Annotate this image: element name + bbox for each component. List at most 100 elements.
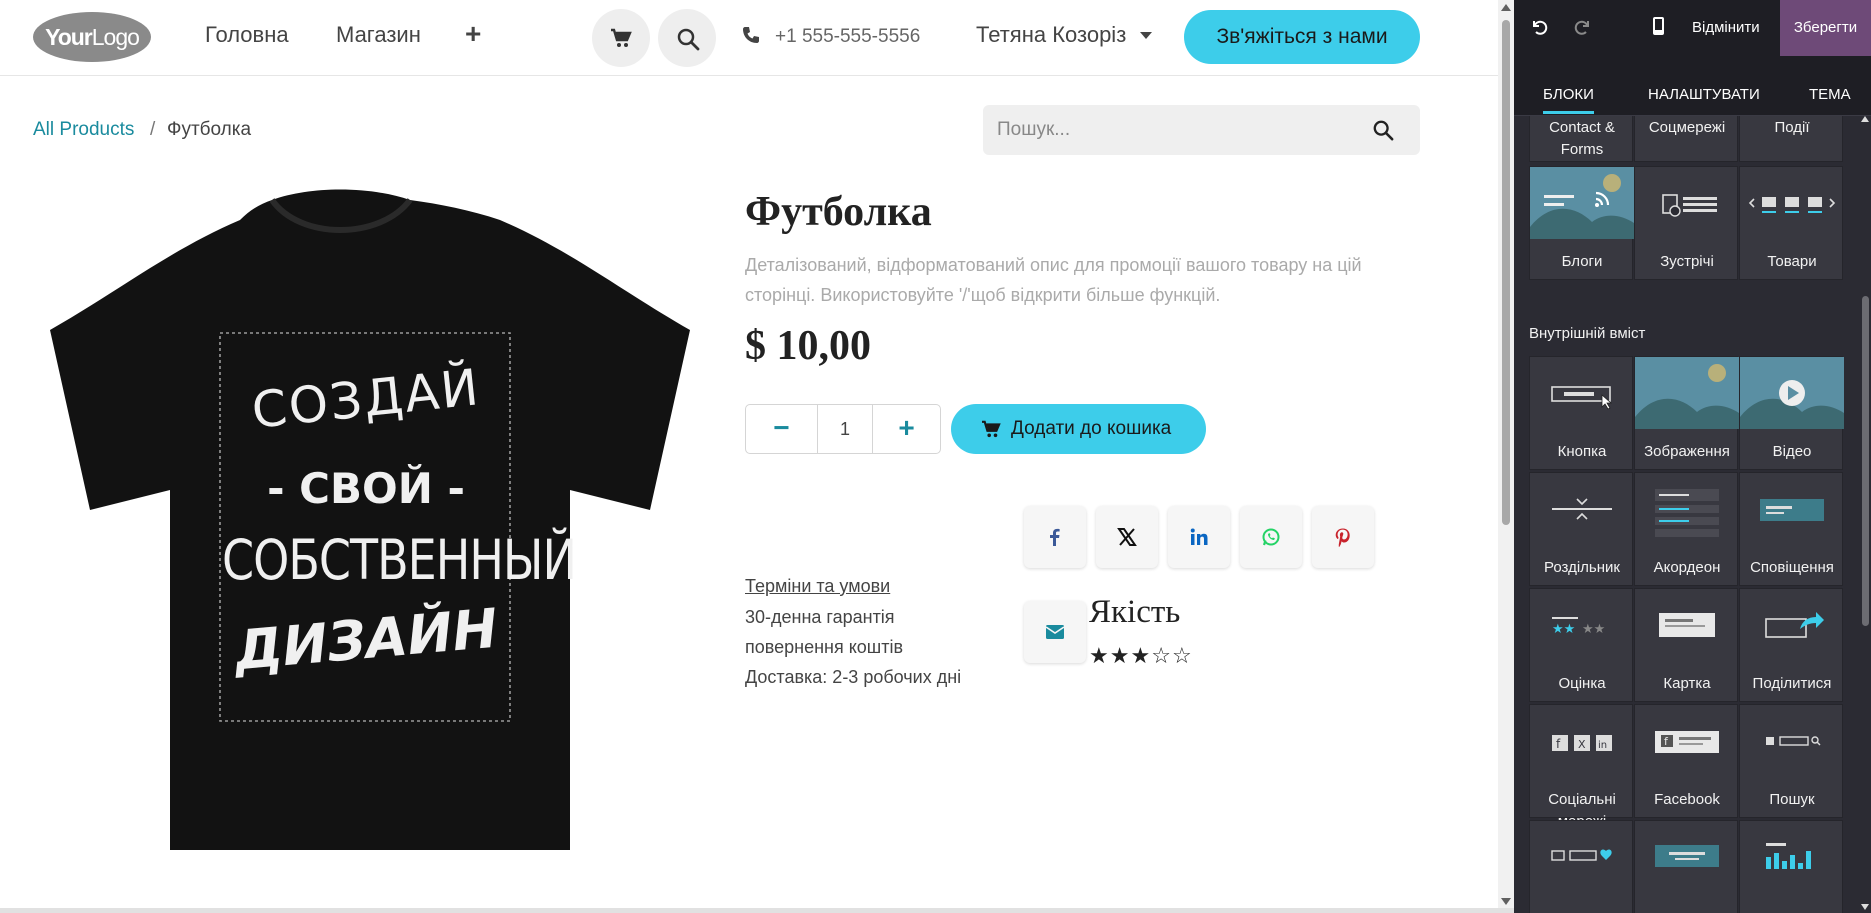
svg-text:★★: ★★ xyxy=(1582,622,1605,637)
scroll-up-arrow-icon[interactable] xyxy=(1501,4,1511,11)
block-social[interactable]: Соцмережі xyxy=(1634,116,1738,162)
block-events[interactable]: Події xyxy=(1739,116,1843,162)
chevron-down-icon[interactable] xyxy=(1140,32,1152,39)
share-whatsapp-button[interactable] xyxy=(1240,506,1302,568)
nav-home[interactable]: Головна xyxy=(205,22,289,48)
accordion-block-icon xyxy=(1655,489,1719,537)
tab-theme[interactable]: ТЕМА xyxy=(1809,86,1851,103)
block-rating[interactable]: ★★ ★★ Оцінка xyxy=(1529,588,1633,702)
undo-icon[interactable] xyxy=(1530,18,1548,36)
search-input[interactable] xyxy=(997,115,1357,145)
terms-link[interactable]: Терміни та умови xyxy=(745,576,890,597)
block-label: Поділитися xyxy=(1752,675,1832,692)
share-facebook-button[interactable] xyxy=(1024,506,1086,568)
product-title[interactable]: Футболка xyxy=(745,188,932,236)
scrollbar-thumb[interactable] xyxy=(1862,296,1869,626)
block-label: Оцінка xyxy=(1558,675,1606,692)
search-icon[interactable] xyxy=(1372,119,1394,141)
block-blogs[interactable]: Блоги xyxy=(1529,166,1634,280)
whatsapp-icon xyxy=(1262,528,1280,546)
block-social-media[interactable]: fXin Соціальні мережі xyxy=(1529,704,1633,830)
logo-main-text: Your xyxy=(45,24,93,50)
site-header: YourLogo Головна Магазин + +1 555-555-55… xyxy=(0,0,1498,76)
svg-text:X: X xyxy=(1578,738,1586,751)
block-image[interactable]: Зображення xyxy=(1634,356,1739,470)
block-banner[interactable] xyxy=(1634,820,1738,913)
block-search[interactable]: Пошук xyxy=(1739,704,1843,818)
redo-icon[interactable] xyxy=(1574,18,1592,36)
search-block-icon xyxy=(1766,736,1821,746)
image-block-icon xyxy=(1635,357,1739,429)
rating-block-icon: ★★ ★★ xyxy=(1552,617,1605,637)
tab-customize[interactable]: НАЛАШТУВАТИ xyxy=(1648,86,1760,103)
svg-text:★★: ★★ xyxy=(1552,622,1575,637)
email-icon xyxy=(1045,625,1065,639)
block-alert[interactable]: Сповіщення xyxy=(1739,472,1843,586)
breadcrumb-all-products[interactable]: All Products xyxy=(33,119,134,141)
delivery-info: Доставка: 2-3 робочих дні xyxy=(745,667,962,687)
quantity-input[interactable]: 1 xyxy=(818,405,872,453)
block-button[interactable]: Кнопка xyxy=(1529,356,1633,470)
share-linkedin-button[interactable] xyxy=(1168,506,1230,568)
block-label: Роздільник xyxy=(1544,559,1620,576)
block-label: Пошук xyxy=(1769,791,1815,808)
phone-icon xyxy=(743,27,759,43)
star-filled-icon: ★ xyxy=(1130,643,1152,668)
add-to-cart-button[interactable]: Додати до кошика xyxy=(951,404,1206,454)
nav-shop[interactable]: Магазин xyxy=(336,22,421,48)
social-media-block-icon: f Xin xyxy=(1552,735,1612,751)
discard-button[interactable]: Відмінити xyxy=(1692,19,1760,36)
appointments-icon xyxy=(1662,194,1717,217)
block-label: Картка xyxy=(1663,675,1711,692)
block-chart[interactable] xyxy=(1739,820,1843,913)
cart-icon xyxy=(982,420,1001,438)
quantity-increase-button[interactable]: + xyxy=(872,405,940,453)
block-label: Події xyxy=(1774,119,1810,136)
block-products[interactable]: Товари xyxy=(1739,166,1843,280)
horizontal-scrollbar[interactable] xyxy=(0,908,1514,913)
scroll-up-arrow-icon[interactable] xyxy=(1861,116,1869,122)
share-pinterest-button[interactable] xyxy=(1312,506,1374,568)
product-description[interactable]: Деталізований, відформатований опис для … xyxy=(745,250,1425,310)
star-empty-icon: ☆ xyxy=(1171,643,1193,668)
scrollbar-thumb[interactable] xyxy=(1502,20,1510,525)
page-scrollbar[interactable] xyxy=(1498,0,1514,913)
phone-number[interactable]: +1 555-555-5556 xyxy=(775,26,920,48)
block-newsletter[interactable] xyxy=(1529,820,1633,913)
product-image[interactable] xyxy=(50,180,700,860)
block-appointments[interactable]: Зустрічі xyxy=(1634,166,1738,280)
user-menu[interactable]: Тетяна Козоріз xyxy=(976,22,1126,48)
save-button[interactable]: Зберегти xyxy=(1780,0,1871,56)
block-share[interactable]: Поділитися xyxy=(1739,588,1843,702)
shirt-print-line2: - СВОЙ - xyxy=(267,464,465,513)
search-toggle-button[interactable] xyxy=(658,9,716,67)
contact-us-button[interactable]: Зв'яжіться з нами xyxy=(1184,10,1420,64)
share-block-icon xyxy=(1765,612,1824,638)
blog-image-icon xyxy=(1530,167,1634,239)
scroll-down-arrow-icon[interactable] xyxy=(1861,904,1869,910)
block-separator[interactable]: Роздільник xyxy=(1529,472,1633,586)
svg-text:in: in xyxy=(1598,740,1607,751)
block-label: Сповіщення xyxy=(1750,559,1834,576)
share-x-button[interactable] xyxy=(1096,506,1158,568)
site-logo[interactable]: YourLogo xyxy=(33,12,151,62)
quantity-stepper: − 1 + xyxy=(745,404,941,454)
share-email-button[interactable] xyxy=(1024,601,1086,663)
cart-button[interactable] xyxy=(592,9,650,67)
block-card[interactable]: Картка xyxy=(1634,588,1738,702)
block-facebook[interactable]: f Facebook xyxy=(1634,704,1738,818)
guarantee-line2: повернення коштів xyxy=(745,637,904,657)
block-contact-forms[interactable]: Contact & Forms xyxy=(1529,116,1633,162)
facebook-icon xyxy=(1050,528,1060,546)
tab-blocks[interactable]: БЛОКИ xyxy=(1543,86,1594,114)
scroll-down-arrow-icon[interactable] xyxy=(1501,898,1511,905)
block-label: Акордеон xyxy=(1653,559,1721,576)
quantity-decrease-button[interactable]: − xyxy=(746,405,818,453)
quality-heading[interactable]: Якість xyxy=(1089,594,1180,631)
editor-scrollbar[interactable] xyxy=(1860,116,1871,913)
nav-add-icon[interactable]: + xyxy=(465,18,481,50)
block-video[interactable]: Відео xyxy=(1739,356,1844,470)
block-accordion[interactable]: Акордеон xyxy=(1634,472,1738,586)
block-label: Facebook xyxy=(1654,791,1720,808)
mobile-preview-icon[interactable] xyxy=(1652,16,1665,36)
